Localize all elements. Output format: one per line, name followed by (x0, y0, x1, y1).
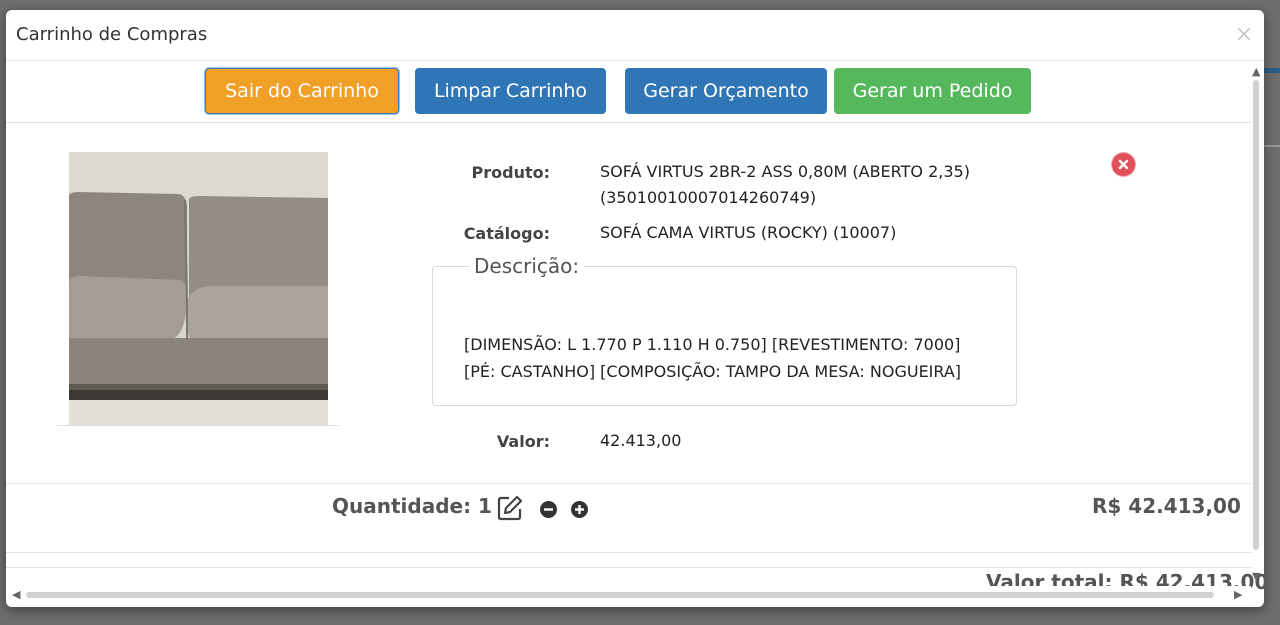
item-divider (6, 483, 1251, 484)
backdrop-line (1262, 145, 1280, 147)
generate-quote-button[interactable]: Gerar Orçamento (625, 68, 827, 114)
product-code: (35010010007014260749) (600, 188, 817, 207)
description-legend: Descrição: (469, 254, 585, 278)
decrease-icon (544, 508, 553, 511)
remove-item-icon[interactable] (1112, 153, 1135, 176)
description-text: [DIMENSÃO: L 1.770 P 1.110 H 0.750] [REV… (464, 331, 961, 385)
cart-modal: Carrinho de Compras × Sair do Carrinho L… (6, 10, 1264, 607)
modal-header: Carrinho de Compras × (6, 10, 1264, 61)
description-line: [PÉ: CASTANHO] [COMPOSIÇÃO: TAMPO DA MES… (464, 362, 962, 381)
scroll-up-arrow[interactable]: ▲ (1252, 65, 1260, 78)
generate-order-button[interactable]: Gerar um Pedido (834, 68, 1031, 114)
catalog-label: Catálogo: (463, 224, 550, 243)
sofa-photo (69, 152, 328, 425)
description-line: [DIMENSÃO: L 1.770 P 1.110 H 0.750] [REV… (464, 335, 961, 354)
image-underline (57, 425, 339, 426)
exit-cart-button[interactable]: Sair do Carrinho (205, 68, 399, 114)
backdrop-accent (1262, 68, 1280, 73)
value-label: Valor: (496, 432, 550, 451)
edit-quantity-icon (497, 495, 523, 521)
catalog-value: SOFÁ CAMA VIRTUS (ROCKY) (10007) (600, 223, 897, 242)
totals-divider-2 (6, 567, 1251, 568)
scroll-right-arrow[interactable]: ▶ (1234, 588, 1242, 601)
horizontal-scroll-thumb[interactable] (26, 592, 1214, 598)
edit-icon[interactable] (497, 495, 523, 521)
line-total: R$ 42.413,00 (1092, 494, 1241, 518)
scroll-down-arrow[interactable]: ▼ (1252, 570, 1260, 583)
close-icon[interactable]: × (1234, 24, 1254, 46)
increase-icon (575, 505, 584, 514)
vertical-scroll-thumb[interactable] (1253, 80, 1259, 550)
modal-title: Carrinho de Compras (16, 24, 208, 45)
plus-icon[interactable] (571, 501, 588, 518)
clear-cart-button[interactable]: Limpar Carrinho (415, 68, 606, 114)
cart-toolbar: Sair do Carrinho Limpar Carrinho Gerar O… (6, 68, 1251, 114)
item-value: 42.413,00 (600, 431, 682, 450)
remove-icon (1118, 159, 1129, 170)
toolbar-divider (6, 122, 1251, 123)
product-label: Produto: (471, 163, 551, 182)
product-image (69, 152, 328, 425)
quantity-text: Quantidade: 1 (332, 494, 492, 518)
totals-divider (6, 552, 1251, 553)
scroll-left-arrow[interactable]: ◀ (12, 588, 20, 601)
product-name: SOFÁ VIRTUS 2BR-2 ASS 0,80M (ABERTO 2,35… (600, 162, 970, 181)
minus-icon[interactable] (540, 501, 557, 518)
